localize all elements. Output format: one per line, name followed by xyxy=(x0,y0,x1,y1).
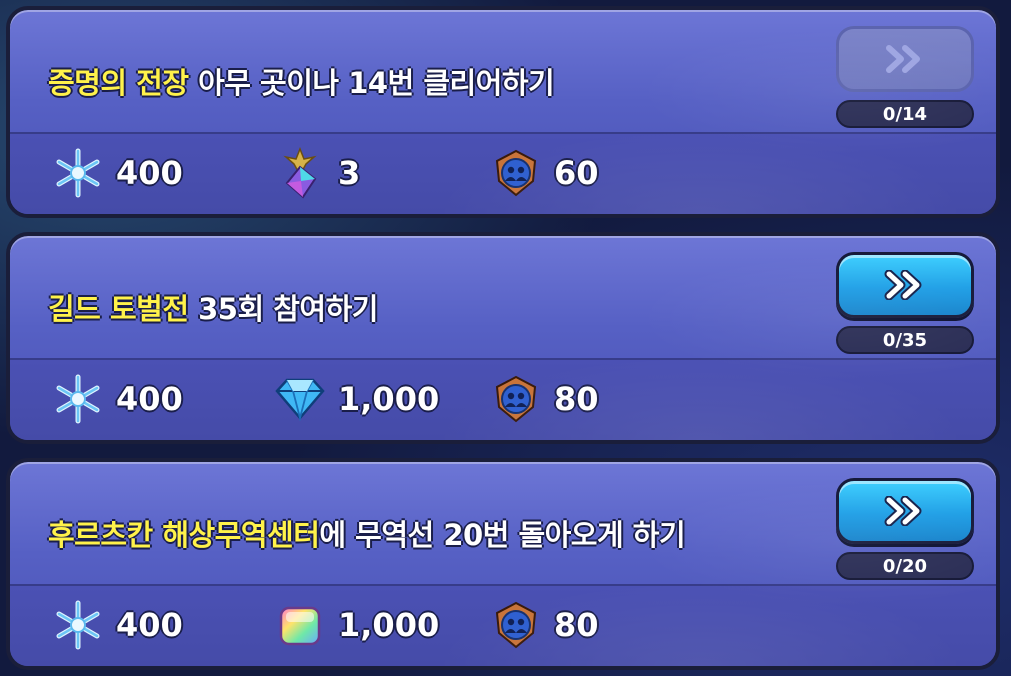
reward-value: 80 xyxy=(554,380,599,418)
reward-row: 400 3 60 xyxy=(10,132,996,214)
mission-header: 길드 토벌전 35회 참여하기 0/35 xyxy=(10,236,996,364)
mission-card: 후르츠칸 해상무역센터에 무역선 20번 돌아오게 하기 0/20 400 1,… xyxy=(6,458,1000,670)
mission-title-text: 35회 참여하기 xyxy=(188,292,378,326)
mission-title-text: 에 무역선 20번 돌아오게 하기 xyxy=(319,518,686,552)
mission-card: 길드 토벌전 35회 참여하기 0/35 400 1,000 80 xyxy=(6,232,1000,444)
mission-title: 후르츠칸 해상무역센터에 무역선 20번 돌아오게 하기 xyxy=(48,512,686,554)
progress-counter: 0/14 xyxy=(836,100,974,128)
mission-title-text: 아무 곳이나 14번 클리어하기 xyxy=(188,66,555,100)
reward-value: 60 xyxy=(554,154,599,192)
double-chevron-right-icon xyxy=(884,270,922,300)
mission-title: 길드 토벌전 35회 참여하기 xyxy=(48,286,378,328)
mission-title-highlight: 길드 토벌전 xyxy=(48,292,189,326)
mission-title-highlight: 증명의 전장 xyxy=(48,66,189,100)
reward-value: 1,000 xyxy=(338,380,440,418)
reward-value: 400 xyxy=(116,380,183,418)
reward-item: 1,000 xyxy=(272,374,439,424)
mission-header: 후르츠칸 해상무역센터에 무역선 20번 돌아오게 하기 0/20 xyxy=(10,462,996,590)
progress-counter: 0/20 xyxy=(836,552,974,580)
rainbow-cube-icon xyxy=(272,600,328,650)
reward-value: 3 xyxy=(338,154,361,192)
mission-card: 증명의 전장 아무 곳이나 14번 클리어하기 0/14 400 3 60 xyxy=(6,6,1000,218)
reward-value: 80 xyxy=(554,606,599,644)
diamond-gem-icon xyxy=(272,374,328,424)
guild-medal-icon xyxy=(488,600,544,650)
reward-value: 400 xyxy=(116,606,183,644)
reward-item: 400 xyxy=(50,374,183,424)
go-button[interactable] xyxy=(836,478,974,544)
reward-value: 1,000 xyxy=(338,606,440,644)
progress-counter: 0/35 xyxy=(836,326,974,354)
reward-item: 400 xyxy=(50,600,183,650)
reward-row: 400 1,000 80 xyxy=(10,358,996,440)
mission-header: 증명의 전장 아무 곳이나 14번 클리어하기 0/14 xyxy=(10,10,996,138)
guild-medal-icon xyxy=(488,148,544,198)
reward-item: 400 xyxy=(50,148,183,198)
reward-item: 80 xyxy=(488,600,599,650)
reward-item: 1,000 xyxy=(272,600,439,650)
mission-title-highlight: 후르츠칸 해상무역센터 xyxy=(48,518,320,552)
reward-item: 60 xyxy=(488,148,599,198)
reward-item: 80 xyxy=(488,374,599,424)
star-crystal-icon xyxy=(272,147,328,199)
reward-value: 400 xyxy=(116,154,183,192)
go-button[interactable] xyxy=(836,252,974,318)
double-chevron-right-icon xyxy=(886,45,920,73)
guild-medal-icon xyxy=(488,374,544,424)
snowflake-icon xyxy=(50,600,106,650)
reward-row: 400 1,000 80 xyxy=(10,584,996,666)
go-button[interactable] xyxy=(836,26,974,92)
snowflake-icon xyxy=(50,374,106,424)
reward-item: 3 xyxy=(272,147,361,199)
snowflake-icon xyxy=(50,148,106,198)
mission-title: 증명의 전장 아무 곳이나 14번 클리어하기 xyxy=(48,60,555,102)
double-chevron-right-icon xyxy=(884,496,922,526)
